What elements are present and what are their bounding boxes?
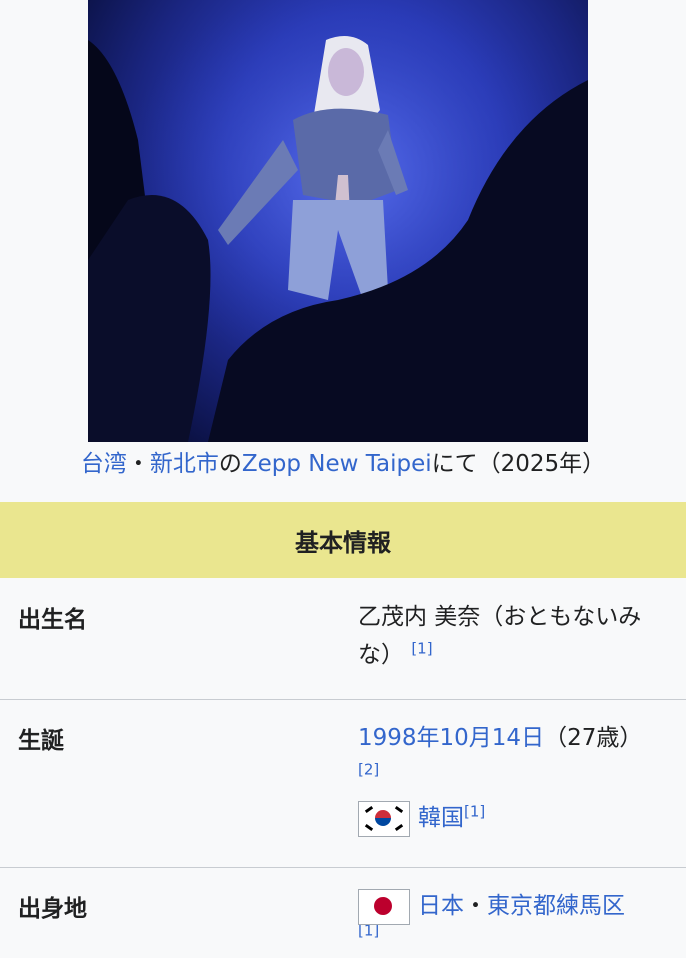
birth-name-text: 乙茂内 美奈（おともないみな） [358, 604, 642, 668]
separator: ・ [464, 893, 487, 919]
birth-date-link[interactable]: 1998年10月14日 [358, 725, 544, 751]
age-text: （27歳） [544, 725, 643, 751]
image-caption: 台湾・新北市のZepp New Taipeiにて（2025年） [0, 448, 686, 480]
south-korea-flag-icon [358, 800, 410, 837]
row-label: 出身地 [18, 896, 87, 922]
infobox-section-header: 基本情報 [0, 502, 686, 578]
row-label: 出生名 [18, 607, 87, 633]
infobox-row-birth-name: 出生名 乙茂内 美奈（おともないみな） [1] [0, 578, 686, 700]
place-link[interactable]: 東京都練馬区 [487, 893, 625, 919]
caption-separator: ・ [126, 451, 150, 477]
row-label: 生誕 [18, 728, 64, 754]
country-link[interactable]: 日本 [418, 893, 464, 919]
caption-text: の [218, 451, 242, 477]
infobox-row-birthplace: 出身地 日本・東京都練馬区 [1] [0, 867, 686, 958]
infobox-image-area [0, 0, 686, 442]
caption-link-taiwan[interactable]: 台湾 [81, 451, 127, 477]
concert-photo-illustration [88, 0, 588, 442]
nationality-line: 韓国[1] [358, 799, 658, 837]
caption-link-zepp[interactable]: Zepp New Taipei [242, 451, 432, 477]
row-value: 乙茂内 美奈（おともないみな） [1] [358, 598, 658, 674]
caption-link-new-taipei[interactable]: 新北市 [150, 451, 219, 477]
reference-link[interactable]: [1] [464, 802, 485, 820]
row-value: 日本・東京都練馬区 [1] [358, 887, 658, 949]
japan-flag-icon [358, 888, 410, 925]
caption-text-date: にて（2025年） [431, 451, 606, 477]
row-value: 1998年10月14日（27歳） [2] 韓国[1] [358, 719, 658, 837]
reference-link[interactable]: [2] [358, 760, 379, 778]
infobox-photo[interactable] [88, 0, 588, 442]
infobox-row-born: 生誕 1998年10月14日（27歳） [2] 韓国[1] [0, 699, 686, 868]
nationality-link[interactable]: 韓国 [418, 805, 464, 831]
reference-link[interactable]: [1] [411, 639, 432, 657]
